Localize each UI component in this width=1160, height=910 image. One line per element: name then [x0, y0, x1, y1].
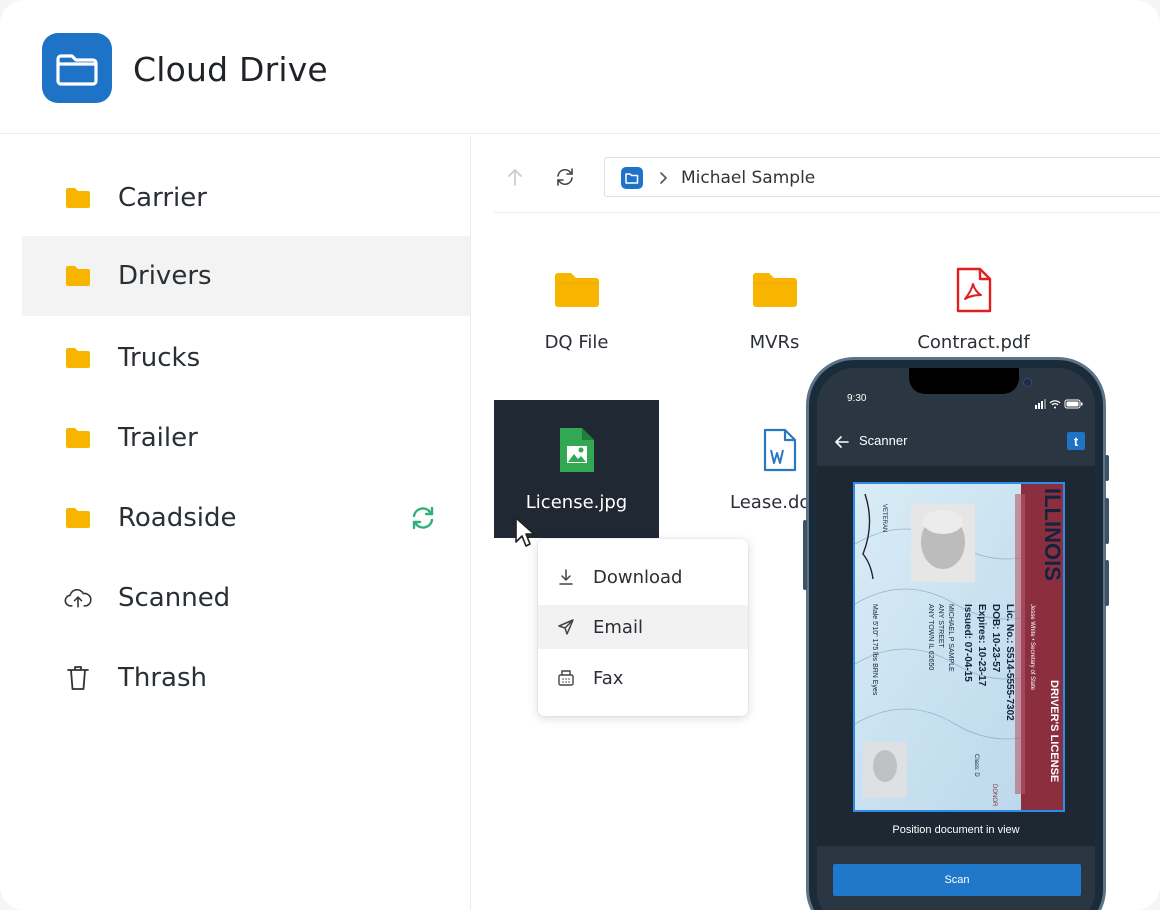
sidebar-item-trailer[interactable]: Trailer — [22, 398, 470, 478]
license-details: Male 5'10" 175 lbs BRN Eyes — [871, 604, 878, 696]
scanner-viewfinder: ILLINOIS DRIVER'S LICENSE Jesse White • … — [817, 466, 1095, 846]
menu-item-download[interactable]: Download — [538, 555, 748, 599]
refresh-icon — [557, 168, 573, 186]
pdf-icon — [950, 266, 998, 314]
word-file-icon — [756, 426, 804, 474]
sidebar: Carrier Drivers Trucks Trailer Roadside — [0, 135, 471, 910]
sidebar-item-label: Drivers — [118, 261, 212, 291]
file-item-lease-doc[interactable]: Lease.doc — [692, 400, 806, 538]
sidebar-item-roadside[interactable]: Roadside — [22, 478, 470, 558]
refresh-button[interactable] — [550, 162, 580, 192]
license-number: Lic. No.: S514-5555-7302 — [1004, 604, 1015, 721]
drivers-license-image: ILLINOIS DRIVER'S LICENSE Jesse White • … — [855, 484, 1063, 810]
camera-icon — [1023, 378, 1032, 387]
phone-screen-title: Scanner — [859, 433, 908, 448]
fax-icon — [556, 668, 576, 688]
image-file-icon — [553, 426, 601, 474]
sidebar-item-carrier[interactable]: Carrier — [22, 158, 470, 238]
license-street: ANY STREET — [937, 604, 944, 649]
toolbar: Michael Sample — [494, 157, 1160, 213]
arrow-up-icon — [508, 169, 522, 186]
phone-side-button — [1105, 455, 1109, 481]
cloud-drive-window: Cloud Drive Carrier Drivers Trucks Trail… — [0, 0, 1160, 910]
menu-item-fax[interactable]: Fax — [538, 656, 748, 700]
scan-button[interactable]: Scan — [833, 864, 1081, 896]
menu-item-label: Download — [593, 566, 683, 588]
file-name: Contract.pdf — [917, 332, 1030, 353]
file-name: License.jpg — [525, 492, 628, 513]
up-button[interactable] — [500, 162, 530, 192]
file-name: Lease.doc — [730, 492, 806, 513]
status-time: 9:30 — [847, 393, 867, 404]
sidebar-item-label: Trucks — [118, 343, 201, 373]
file-name: DQ File — [544, 332, 609, 353]
folder-icon — [64, 424, 92, 452]
sidebar-item-scanned[interactable]: Scanned — [22, 558, 470, 638]
mouse-cursor-icon — [514, 516, 536, 548]
trash-icon — [64, 664, 92, 692]
menu-item-label: Email — [593, 616, 643, 638]
scan-frame: ILLINOIS DRIVER'S LICENSE Jesse White • … — [853, 482, 1065, 812]
license-dob: DOB: 10-23-57 — [990, 604, 1001, 673]
scan-hint: Position document in view — [892, 824, 1020, 836]
phone-side-button — [1105, 560, 1109, 606]
back-arrow-icon[interactable] — [835, 434, 849, 448]
app-header: Cloud Drive — [0, 0, 1160, 134]
license-issued: Issued: 07-04-15 — [962, 604, 973, 682]
sidebar-item-drivers[interactable]: Drivers — [22, 236, 470, 316]
cloud-drive-logo-icon — [42, 33, 112, 103]
breadcrumb[interactable]: Michael Sample — [604, 157, 1160, 197]
phone-notch — [909, 368, 1032, 394]
folder-icon — [751, 266, 799, 314]
phone-side-button — [1105, 498, 1109, 544]
folder-icon — [621, 167, 643, 189]
cloud-upload-icon — [64, 584, 92, 612]
phone-mockup: 9:30 Scanner t ILLINOIS DRIVER'S LICENSE… — [803, 357, 1109, 910]
license-name: MICHAEL P SAMPLE — [947, 604, 954, 672]
app-title: Cloud Drive — [133, 50, 328, 89]
sidebar-item-label: Scanned — [118, 583, 231, 613]
license-donor: DONOR — [991, 784, 997, 807]
status-bar-icons — [1035, 394, 1083, 409]
folder-icon — [64, 184, 92, 212]
sidebar-item-label: Roadside — [118, 503, 237, 533]
folder-icon — [64, 344, 92, 372]
sidebar-item-label: Carrier — [118, 183, 207, 213]
sidebar-item-label: Trailer — [118, 423, 198, 453]
sidebar-item-trash[interactable]: Thrash — [22, 638, 470, 718]
sidebar-item-trucks[interactable]: Trucks — [22, 318, 470, 398]
file-name: MVRs — [749, 332, 800, 353]
menu-item-label: Fax — [593, 667, 624, 689]
phone-screen: 9:30 Scanner t ILLINOIS DRIVER'S LICENSE… — [817, 368, 1095, 910]
file-item-mvrs[interactable]: MVRs — [692, 240, 857, 378]
menu-item-email[interactable]: Email — [538, 605, 748, 649]
breadcrumb-current[interactable]: Michael Sample — [681, 168, 815, 188]
license-expires: Expires: 10-23-17 — [976, 604, 987, 687]
context-menu: Download Email Fax — [538, 539, 748, 716]
chevron-right-icon — [657, 167, 671, 189]
sync-icon — [410, 505, 436, 531]
folder-icon — [64, 262, 92, 290]
license-type: DRIVER'S LICENSE — [1048, 680, 1060, 782]
license-town: ANY TOWN IL 62650 — [927, 604, 934, 670]
license-class: Class: D — [973, 754, 979, 777]
license-veteran: VETERAN — [881, 504, 887, 532]
folder-icon — [553, 266, 601, 314]
folder-icon — [64, 504, 92, 532]
sidebar-item-label: Thrash — [118, 663, 208, 693]
license-secretary: Jesse White • Secretary of State — [1029, 604, 1035, 691]
license-state: ILLINOIS — [1040, 488, 1063, 581]
file-item-dq-file[interactable]: DQ File — [494, 240, 659, 378]
phone-side-button — [803, 520, 807, 590]
send-icon — [556, 617, 576, 637]
brand-logo-icon: t — [1067, 432, 1085, 450]
download-icon — [556, 567, 576, 587]
phone-app-bar: Scanner t — [817, 418, 1095, 466]
